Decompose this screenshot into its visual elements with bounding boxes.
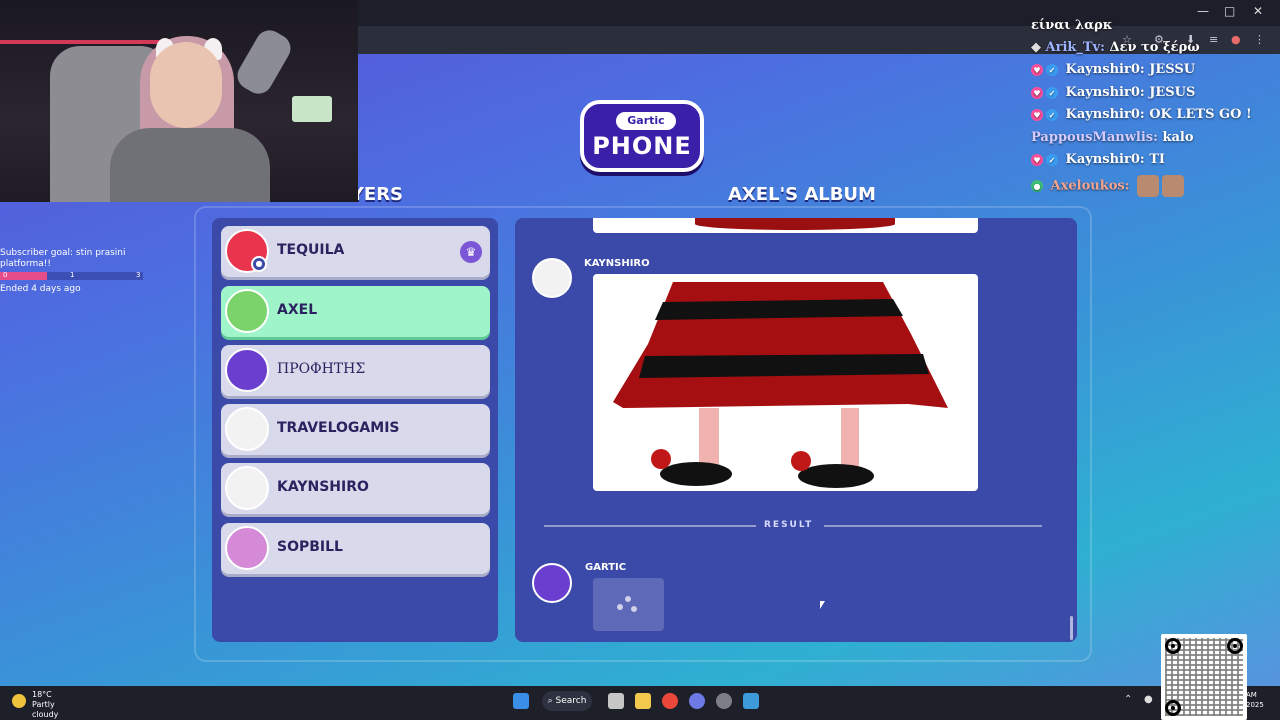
avatar xyxy=(225,466,269,510)
verified-icon: ✓ xyxy=(1046,108,1058,121)
crown-icon: ♛ xyxy=(460,241,482,263)
player-name: AXEL xyxy=(277,302,318,318)
result-divider xyxy=(824,525,1042,527)
chat-message: ♥ ✓ Kaynshir0: JESUS xyxy=(1031,85,1195,100)
menu-icon[interactable]: ⋮ xyxy=(1254,33,1265,46)
weather-temp: 18°C xyxy=(32,690,52,699)
chat-message: είναι λαρκ xyxy=(1031,18,1113,33)
user-icon: ● xyxy=(251,256,267,272)
chat-message: ♥ ✓ Kaynshir0: OK LETS GO ! xyxy=(1031,107,1252,122)
goal-max: 3 xyxy=(136,271,141,279)
chat-message: ♥ ✓ Kaynshir0: JESSU xyxy=(1031,62,1195,77)
drawing-card xyxy=(593,274,978,491)
chat-badge-icon: ◆ xyxy=(1031,40,1041,55)
weather-icon xyxy=(12,694,26,708)
steam-icon[interactable] xyxy=(743,693,759,709)
chat-message: PappousManwlis: kalo xyxy=(1031,130,1194,145)
album-title: AXEL'S ALBUM xyxy=(728,184,876,205)
result-divider xyxy=(544,525,756,527)
heart-icon: ♥ xyxy=(1031,63,1043,76)
task-view-icon[interactable] xyxy=(608,693,624,709)
entry-author: KAYNSHIRO xyxy=(584,258,650,269)
verified-icon: ✓ xyxy=(1046,63,1058,76)
weather-desc: Partly cloudy xyxy=(32,700,59,719)
logo-bottom-text: PHONE xyxy=(592,132,692,160)
heart-icon: ♥ xyxy=(1031,153,1043,166)
result-label: RESULT xyxy=(764,520,814,530)
streamer xyxy=(150,42,222,128)
media-icon[interactable]: ≡ xyxy=(1209,33,1218,46)
player-sopbill[interactable]: SOPBILL xyxy=(221,523,490,574)
gartic-phone-logo: Gartic PHONE xyxy=(580,100,704,172)
player-name: ΠΡΟΦΗΤΗΣ xyxy=(277,361,366,377)
goal-status: Ended 4 days ago xyxy=(0,284,81,294)
chrome-icon[interactable] xyxy=(662,693,678,709)
verified-icon: ✓ xyxy=(1046,86,1058,99)
player-travelogamis[interactable]: TRAVELOGAMIS xyxy=(221,404,490,455)
entry-author: GARTIC xyxy=(585,562,627,573)
player-name: SOPBILL xyxy=(277,539,343,555)
previous-drawing-card xyxy=(593,218,978,233)
avatar xyxy=(532,563,572,603)
loading-card xyxy=(593,578,664,631)
mouse-cursor xyxy=(820,601,825,609)
album-scrollbar[interactable] xyxy=(1070,616,1073,640)
avatar xyxy=(225,407,269,451)
subscriber-goal-label: Subscriber goal: stin prasini platforma!… xyxy=(0,248,126,269)
badge-icon: ● xyxy=(1031,180,1043,192)
file-explorer-icon[interactable] xyxy=(635,693,651,709)
webcam-overlay xyxy=(0,0,358,202)
avatar xyxy=(225,526,269,570)
profile-icon[interactable]: ● xyxy=(1231,33,1241,46)
player-name: KAYNSHIRO xyxy=(277,479,369,495)
heart-icon: ♥ xyxy=(1031,86,1043,99)
chat-message: ◆ Arik_Tv: Δεν το ξέρω xyxy=(1031,40,1200,55)
subscriber-goal-bar: 0 1 3 xyxy=(0,271,143,280)
close-button[interactable]: ✕ xyxy=(1253,4,1263,18)
goal-min: 0 xyxy=(3,271,8,279)
player-tequila[interactable]: ● TEQUILA ♛ xyxy=(221,226,490,277)
player-kaynshiro[interactable]: KAYNSHIRO xyxy=(221,463,490,514)
microphone-icon[interactable]: ● xyxy=(1144,694,1153,705)
search-button[interactable]: ⌕ Search xyxy=(542,691,592,711)
microphone xyxy=(232,25,296,99)
player-profitis[interactable]: ΠΡΟΦΗΤΗΣ xyxy=(221,345,490,396)
logo-top-text: Gartic xyxy=(616,112,676,130)
tray-arrow-icon[interactable]: ⌃ xyxy=(1124,694,1132,705)
drawing-image xyxy=(613,282,948,488)
maximize-button[interactable]: □ xyxy=(1224,4,1235,18)
player-axel[interactable]: AXEL xyxy=(221,286,490,337)
goal-current: 1 xyxy=(70,271,75,279)
emote-icon xyxy=(1162,175,1185,197)
avatar xyxy=(225,289,269,333)
player-name: TRAVELOGAMIS xyxy=(277,420,400,436)
discord-icon[interactable] xyxy=(689,693,705,709)
player-name: TEQUILA xyxy=(277,242,345,258)
qr-code xyxy=(1161,634,1247,720)
emote-icon xyxy=(1137,175,1160,197)
avatar xyxy=(532,258,572,298)
chat-message: ● Axeloukos: xyxy=(1031,175,1185,197)
chat-message: ♥ ✓ Kaynshir0: TI xyxy=(1031,152,1165,167)
minimize-button[interactable]: — xyxy=(1197,4,1209,18)
settings-icon[interactable] xyxy=(716,693,732,709)
windows-start-icon[interactable] xyxy=(513,693,529,709)
verified-icon: ✓ xyxy=(1046,153,1058,166)
heart-icon: ♥ xyxy=(1031,108,1043,121)
avatar xyxy=(225,348,269,392)
clock[interactable]: AM 2025 xyxy=(1246,690,1264,710)
